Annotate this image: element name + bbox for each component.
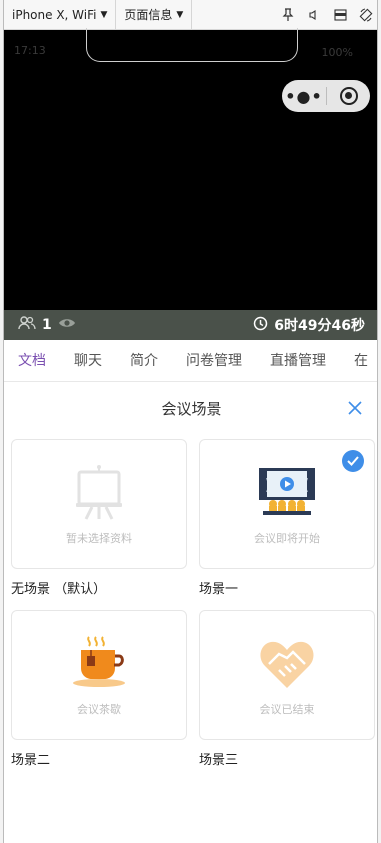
close-miniprogram-icon[interactable]: [327, 87, 370, 105]
scene-card-two[interactable]: 会议茶歇: [11, 610, 187, 740]
live-status-bar: 1 6时49分46秒: [4, 310, 377, 340]
live-duration: 6时49分46秒: [274, 318, 365, 334]
handshake-icon: [200, 629, 374, 699]
device-frame: iPhone X, WiFi ▼ 页面信息 ▼ 17:13 100% •●• 1…: [3, 0, 378, 843]
status-battery: 100%: [321, 46, 353, 59]
live-video-player[interactable]: 17:13 100% •●•: [4, 28, 377, 310]
meeting-screen-icon: [200, 458, 374, 528]
viewer-count: 1: [42, 317, 52, 333]
scene-label: 无场景 （默认）: [11, 582, 107, 597]
chevron-down-icon: ▼: [100, 9, 108, 20]
tab-chat[interactable]: 聊天: [60, 340, 116, 381]
tea-break-icon: [12, 629, 186, 699]
scene-caption: 暂未选择资料: [66, 532, 132, 545]
tab-live-management[interactable]: 直播管理: [256, 340, 340, 381]
scene-caption: 会议即将开始: [254, 532, 320, 545]
page-info-label: 页面信息: [124, 8, 173, 22]
close-icon[interactable]: [347, 400, 363, 416]
rotate-icon[interactable]: [353, 0, 377, 29]
scene-card-default[interactable]: 暂未选择资料: [11, 439, 187, 569]
scene-card-one[interactable]: 会议即将开始: [199, 439, 375, 569]
page-info-selector[interactable]: 页面信息 ▼: [116, 0, 193, 29]
clock-icon: [253, 316, 268, 335]
device-selector[interactable]: iPhone X, WiFi ▼: [4, 0, 117, 29]
easel-icon: [12, 458, 186, 528]
tab-survey-management[interactable]: 问卷管理: [172, 340, 256, 381]
miniprogram-capsule: •●•: [282, 80, 370, 112]
simulator-toolbar: iPhone X, WiFi ▼ 页面信息 ▼: [4, 0, 377, 30]
tab-bar: 文档 聊天 简介 问卷管理 直播管理 在: [4, 340, 377, 382]
device-notch: [86, 28, 298, 62]
scene-label: 场景二: [11, 753, 51, 768]
tab-intro[interactable]: 简介: [116, 340, 172, 381]
window-icon[interactable]: [327, 0, 353, 29]
scene-label: 场景三: [199, 753, 239, 768]
pin-icon[interactable]: [275, 0, 301, 29]
panel-title: 会议场景: [161, 400, 222, 418]
device-selector-label: iPhone X, WiFi: [12, 7, 97, 22]
tab-documents[interactable]: 文档: [4, 340, 60, 381]
tab-overflow[interactable]: 在: [340, 340, 377, 381]
scene-caption: 会议已结束: [259, 703, 315, 716]
users-icon: [18, 316, 36, 334]
scene-card-three[interactable]: 会议已结束: [199, 610, 375, 740]
more-menu-icon[interactable]: •●•: [282, 87, 326, 106]
chevron-down-icon: ▼: [176, 9, 184, 20]
status-time: 17:13: [14, 44, 46, 57]
scene-caption: 会议茶歇: [77, 703, 121, 716]
volume-icon[interactable]: [301, 0, 327, 29]
eye-icon: [58, 317, 76, 333]
scene-label: 场景一: [199, 582, 239, 597]
